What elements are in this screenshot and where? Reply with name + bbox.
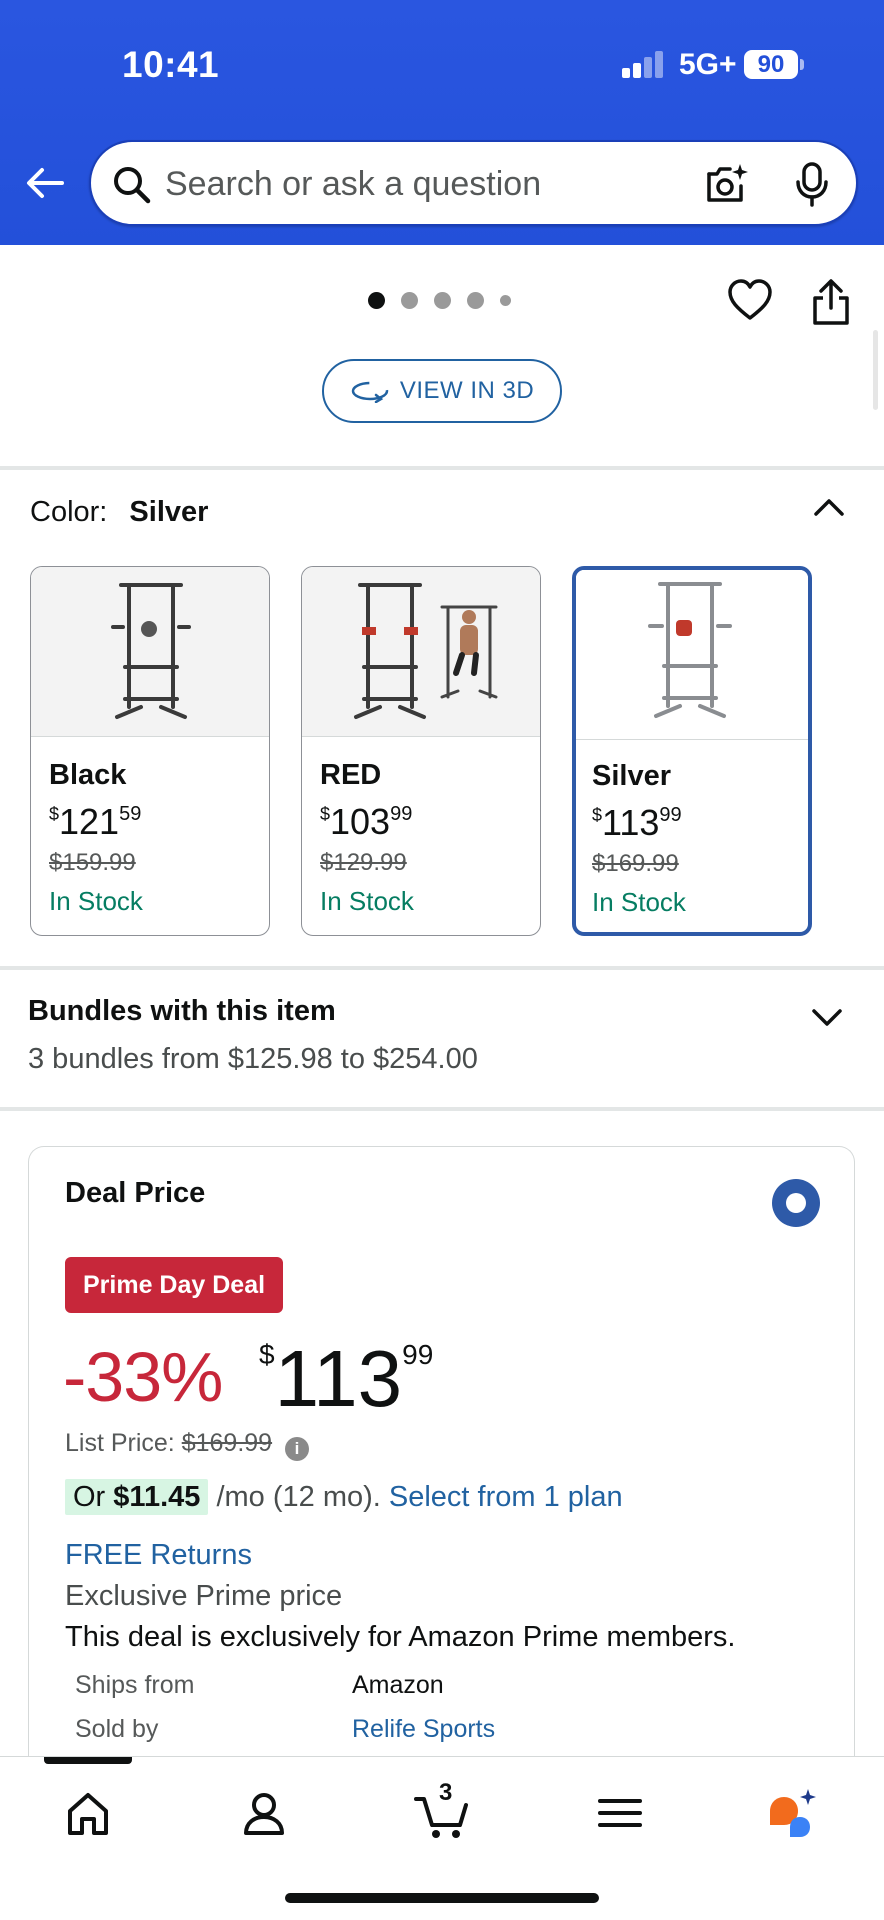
carousel-dot[interactable] xyxy=(467,292,484,309)
select-plan-link[interactable]: Select from 1 plan xyxy=(389,1481,623,1513)
deal-price: $11399 xyxy=(259,1334,434,1423)
heart-icon[interactable] xyxy=(727,278,773,322)
deal-price-card[interactable]: Deal Price Prime Day Deal -33% $11399 Li… xyxy=(28,1146,855,1766)
sold-by-link[interactable]: Relife Sports xyxy=(352,1715,495,1744)
signal-icon xyxy=(622,50,666,78)
monthly-highlight: Or $11.45 xyxy=(65,1479,209,1515)
status-time: 10:41 xyxy=(122,44,220,85)
color-option-price: $10399 xyxy=(320,801,413,842)
color-option-stock: In Stock xyxy=(49,886,143,916)
section-divider xyxy=(0,466,884,470)
top-header: 10:41 5G+ 90 xyxy=(0,0,884,245)
carousel-dot[interactable] xyxy=(500,295,511,306)
power-tower-image xyxy=(111,583,191,719)
sold-by-label: Sold by xyxy=(75,1715,159,1743)
discount-percent: -33% xyxy=(63,1338,223,1416)
color-option-list-price: $159.99 xyxy=(49,849,136,876)
bundles-title[interactable]: Bundles with this item xyxy=(28,995,336,1028)
product-thumbnail xyxy=(31,567,269,737)
account-icon[interactable] xyxy=(234,1783,294,1843)
search-icon xyxy=(114,167,151,204)
color-option-name: RED xyxy=(320,759,382,791)
view-in-3d-label: VIEW IN 3D xyxy=(399,377,535,404)
color-selected-value: Silver xyxy=(129,496,209,528)
deal-radio-button[interactable] xyxy=(772,1179,820,1227)
color-option-black[interactable]: Black $12159 $159.99 In Stock xyxy=(30,566,270,936)
chevron-up-icon[interactable] xyxy=(812,494,846,520)
share-icon[interactable] xyxy=(810,278,852,326)
product-thumbnail xyxy=(302,567,540,737)
list-price: List Price: $169.99 i xyxy=(65,1429,310,1461)
ships-from-label: Ships from xyxy=(75,1671,195,1699)
deal-title: Deal Price xyxy=(65,1177,206,1209)
cart-count: 3 xyxy=(439,1779,453,1806)
carousel-dot[interactable] xyxy=(434,292,451,309)
section-divider xyxy=(0,1107,884,1111)
color-option-price: $11399 xyxy=(592,802,682,843)
info-icon[interactable]: i xyxy=(285,1437,310,1461)
exclusive-prime-note: This deal is exclusively for Amazon Prim… xyxy=(65,1621,736,1653)
search-input[interactable] xyxy=(165,158,705,210)
ships-from-value: Amazon xyxy=(352,1671,444,1699)
camera-lens-icon[interactable] xyxy=(703,160,751,208)
battery-tip xyxy=(800,59,804,70)
assistant-icon[interactable] xyxy=(762,1783,822,1843)
power-tower-image xyxy=(354,583,498,719)
color-option-stock: In Stock xyxy=(320,886,414,916)
color-option-silver[interactable]: Silver $11399 $169.99 In Stock xyxy=(572,566,812,936)
microphone-icon[interactable] xyxy=(791,160,833,208)
free-returns-link[interactable]: FREE Returns xyxy=(65,1539,252,1572)
back-arrow-icon[interactable] xyxy=(22,160,68,206)
cart-button[interactable]: 3 xyxy=(412,1779,472,1843)
active-tab-indicator xyxy=(44,1757,132,1764)
exclusive-prime-price: Exclusive Prime price xyxy=(65,1580,343,1612)
carousel-dot[interactable] xyxy=(401,292,418,309)
network-label: 5G+ xyxy=(679,48,737,81)
view-in-3d-button[interactable]: VIEW IN 3D xyxy=(322,359,562,423)
color-option-stock: In Stock xyxy=(592,887,686,917)
product-thumbnail xyxy=(576,570,808,740)
search-bar[interactable] xyxy=(89,140,858,226)
color-option-price: $12159 xyxy=(49,801,142,842)
section-divider xyxy=(0,966,884,970)
color-option-name: Silver xyxy=(592,760,671,792)
carousel-dot[interactable] xyxy=(368,292,385,309)
chevron-down-icon[interactable] xyxy=(810,1005,844,1031)
home-indicator xyxy=(285,1893,599,1903)
home-icon[interactable] xyxy=(58,1783,118,1843)
prime-day-deal-badge: Prime Day Deal xyxy=(65,1257,284,1313)
power-tower-image xyxy=(648,582,732,718)
scroll-indicator xyxy=(873,330,878,410)
color-option-list-price: $129.99 xyxy=(320,849,407,876)
rotate-3d-icon xyxy=(351,381,389,403)
color-selector-header: Color: Silver xyxy=(30,496,208,529)
bundles-subtitle[interactable]: 3 bundles from $125.98 to $254.00 xyxy=(28,1043,478,1076)
menu-icon[interactable] xyxy=(590,1783,650,1843)
battery-icon: 90 xyxy=(744,50,798,79)
monthly-payment: Or $11.45 /mo (12 mo). Select from 1 pla… xyxy=(65,1479,623,1515)
color-option-list-price: $169.99 xyxy=(592,850,679,877)
color-option-red[interactable]: RED $10399 $129.99 In Stock xyxy=(301,566,541,936)
color-label: Color: xyxy=(30,496,108,528)
color-option-name: Black xyxy=(49,759,127,791)
